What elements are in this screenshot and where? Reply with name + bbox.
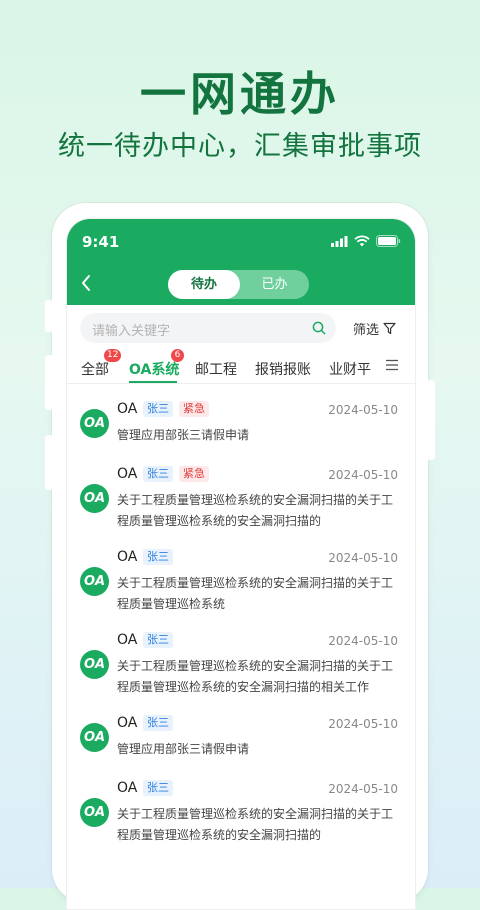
- oa-app-icon: OA: [80, 484, 109, 513]
- tab-finance-platform[interactable]: 业财平: [329, 359, 371, 379]
- segment-control: 待办 已办: [168, 270, 309, 299]
- filter-icon: [383, 322, 396, 335]
- oa-app-icon: OA: [80, 798, 109, 827]
- item-description: 管理应用部张三请假申请: [117, 742, 250, 756]
- list-item[interactable]: OA OA 张三 紧急 2024-05-10 管理应用部张三请假申请: [67, 399, 415, 449]
- item-title: OA: [117, 466, 138, 482]
- phone-side-button: [45, 355, 53, 410]
- segment-done[interactable]: 已办: [240, 270, 309, 299]
- oa-app-icon: OA: [80, 567, 109, 596]
- person-tag: 张三: [143, 632, 173, 648]
- urgent-tag: 紧急: [179, 466, 209, 482]
- back-arrow-icon[interactable]: [79, 273, 95, 293]
- item-title: OA: [117, 780, 138, 796]
- status-icons: [331, 235, 401, 247]
- oa-app-icon: OA: [80, 723, 109, 752]
- person-tag: 张三: [143, 780, 173, 796]
- oa-app-icon: OA: [80, 650, 109, 679]
- filter-label: 筛选: [353, 323, 380, 338]
- item-description: 关于工程质量管理巡检系统的安全漏洞扫描的关于工程质量管理巡检系统的安全漏洞扫描的…: [117, 659, 394, 694]
- item-description: 管理应用部张三请假申请: [117, 428, 250, 442]
- phone-side-button: [45, 300, 53, 332]
- app-screen: 9:41 待办 已办 请输入关键字 筛选 全部 12 OA系统 6 邮工程 报销…: [66, 218, 416, 910]
- status-time: 9:41: [82, 233, 120, 251]
- signal-icon: [331, 235, 348, 247]
- tab-all[interactable]: 全部: [81, 359, 109, 379]
- phone-side-button: [45, 435, 53, 490]
- hero-subtitle: 统一待办中心，汇集审批事项: [58, 131, 422, 162]
- hero-title: 一网通办: [140, 67, 340, 121]
- item-description: 关于工程质量管理巡检系统的安全漏洞扫描的关于工程质量管理巡检系统: [117, 576, 394, 611]
- tab-badge-oa: 6: [171, 349, 184, 362]
- item-title: OA: [117, 549, 138, 565]
- item-title: OA: [117, 632, 138, 648]
- item-date: 2024-05-10: [328, 551, 398, 565]
- filter-button[interactable]: 筛选: [353, 319, 396, 338]
- item-date: 2024-05-10: [328, 717, 398, 731]
- phone-side-button: [427, 380, 435, 460]
- person-tag: 张三: [143, 466, 173, 482]
- top-bar: 9:41 待办 已办: [67, 219, 415, 305]
- battery-icon: [376, 235, 401, 247]
- tab-badge-all: 12: [104, 349, 122, 362]
- search-icon[interactable]: [312, 321, 326, 335]
- item-date: 2024-05-10: [328, 782, 398, 796]
- item-date: 2024-05-10: [328, 403, 398, 417]
- tab-reimbursement[interactable]: 报销报账: [255, 359, 311, 379]
- tab-active-indicator: [129, 381, 177, 383]
- search-input[interactable]: 请输入关键字: [80, 313, 336, 343]
- item-title: OA: [117, 401, 138, 417]
- category-tabs: 全部 12 OA系统 6 邮工程 报销报账 业财平: [67, 347, 415, 384]
- wifi-icon: [354, 235, 370, 247]
- item-description: 关于工程质量管理巡检系统的安全漏洞扫描的关于工程质量管理巡检系统的安全漏洞扫描的: [117, 807, 394, 842]
- item-date: 2024-05-10: [328, 634, 398, 648]
- item-date: 2024-05-10: [328, 468, 398, 482]
- person-tag: 张三: [143, 401, 173, 417]
- oa-app-icon: OA: [80, 409, 109, 438]
- item-title: OA: [117, 715, 138, 731]
- tab-post-engineering[interactable]: 邮工程: [195, 359, 237, 379]
- item-description: 关于工程质量管理巡检系统的安全漏洞扫描的关于工程质量管理巡检系统的安全漏洞扫描的: [117, 493, 394, 528]
- list-item[interactable]: OA OA 张三 2024-05-10 关于工程质量管理巡检系统的安全漏洞扫描的…: [67, 547, 415, 617]
- person-tag: 张三: [143, 715, 173, 731]
- list-item[interactable]: OA OA 张三 2024-05-10 关于工程质量管理巡检系统的安全漏洞扫描的…: [67, 778, 415, 848]
- segment-todo[interactable]: 待办: [168, 270, 240, 299]
- list-item[interactable]: OA OA 张三 2024-05-10 关于工程质量管理巡检系统的安全漏洞扫描的…: [67, 630, 415, 700]
- list-item[interactable]: OA OA 张三 紧急 2024-05-10 关于工程质量管理巡检系统的安全漏洞…: [67, 464, 415, 534]
- urgent-tag: 紧急: [179, 401, 209, 417]
- more-menu-icon[interactable]: [385, 359, 399, 371]
- list-item[interactable]: OA OA 张三 2024-05-10 管理应用部张三请假申请: [67, 713, 415, 763]
- search-placeholder: 请输入关键字: [92, 324, 171, 339]
- person-tag: 张三: [143, 549, 173, 565]
- tab-oa[interactable]: OA系统: [129, 359, 179, 379]
